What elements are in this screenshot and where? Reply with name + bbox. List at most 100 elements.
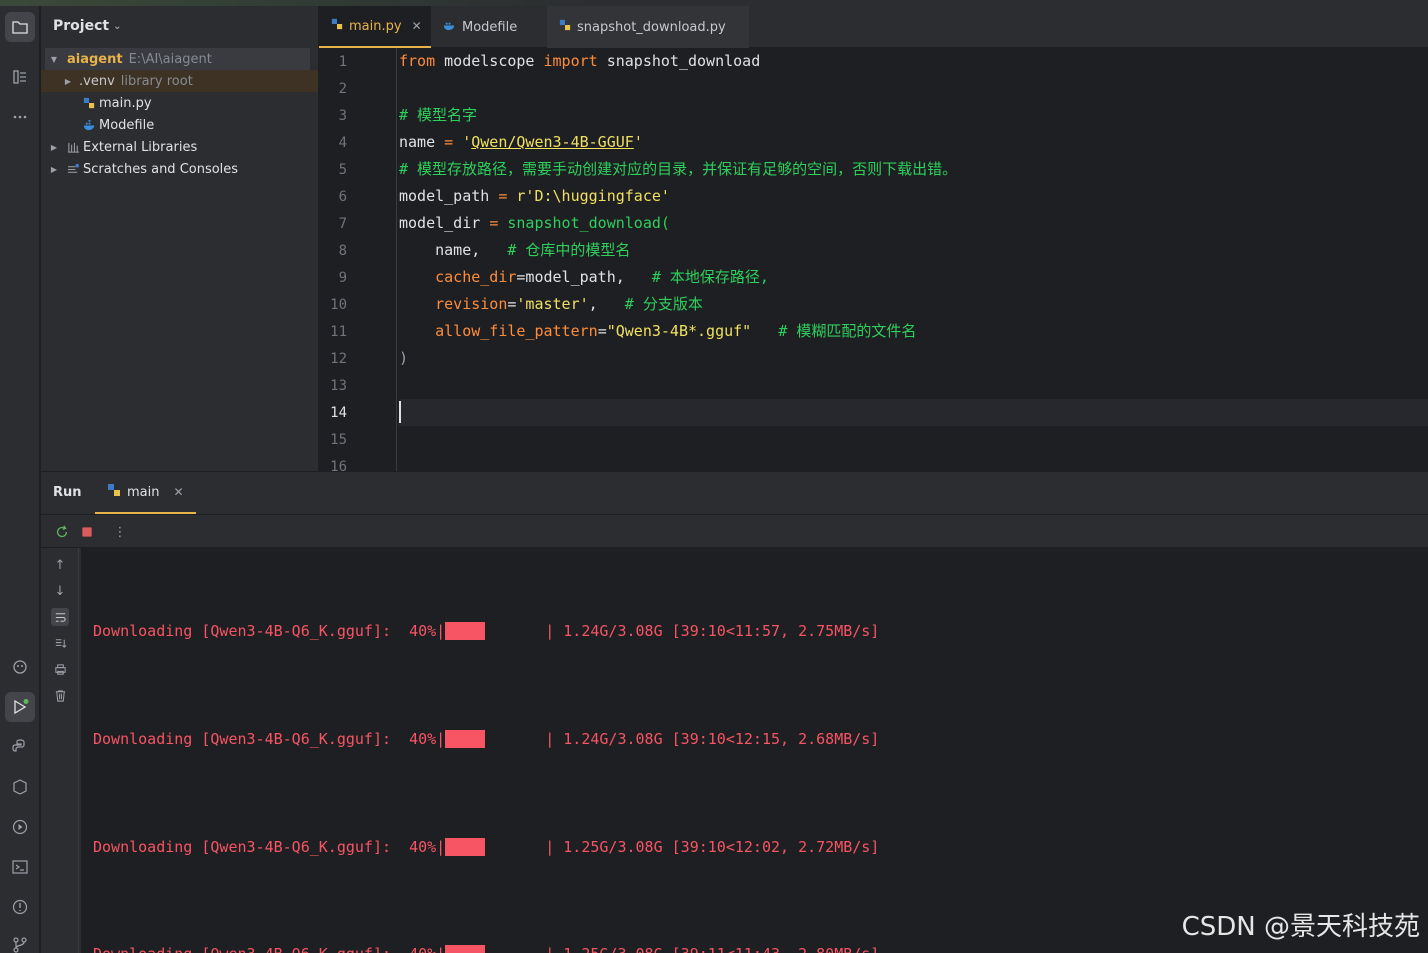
- tool-window-strip: [0, 6, 40, 953]
- tree-item-venv[interactable]: ▶ .venv library root: [41, 70, 318, 92]
- console-output[interactable]: Downloading [Qwen3-4B-Q6_K.gguf]: 40%| | …: [81, 548, 1428, 953]
- console-line-suffix: | 1.24G/3.08G [39:10<11:57, 2.75MB/s]: [545, 622, 880, 640]
- line-number: 4: [338, 135, 347, 151]
- python-file-icon: [559, 19, 571, 35]
- operator-token: =: [489, 214, 499, 232]
- param-token: allow_file_pattern: [399, 322, 598, 340]
- docker-file-icon: [81, 117, 97, 133]
- name-token: snapshot_download: [597, 52, 761, 70]
- param-token: revision: [399, 295, 508, 313]
- tree-item-scratches[interactable]: ▶ Scratches and Consoles: [41, 158, 318, 180]
- run-tab-bar: Run main ✕: [41, 472, 1428, 514]
- collapsed-arrow-icon[interactable]: ▶: [49, 143, 59, 152]
- collapsed-arrow-icon[interactable]: ▶: [63, 77, 73, 86]
- console-line-prefix: Downloading [Qwen3-4B-Q6_K.gguf]: 40%|: [93, 943, 445, 953]
- terminal-icon[interactable]: [5, 852, 35, 882]
- scroll-down-icon[interactable]: ↓: [51, 582, 69, 600]
- console-line: Downloading [Qwen3-4B-Q6_K.gguf]: 40%| | …: [93, 728, 879, 750]
- tree-item-aiagent[interactable]: ▼ aiagent E:\AI\aiagent: [45, 48, 310, 70]
- line-number: 8: [338, 243, 347, 259]
- project-folder-icon[interactable]: [5, 12, 35, 42]
- line-number: 7: [338, 216, 347, 232]
- tab-label: Modefile: [462, 19, 518, 35]
- tab-main-py[interactable]: main.py ✕: [319, 6, 431, 48]
- tab-label: main.py: [349, 18, 402, 34]
- structure-icon[interactable]: [5, 62, 35, 92]
- run-tab-main[interactable]: main ✕: [95, 472, 196, 514]
- console-line-suffix: | 1.25G/3.08G [39:10<12:02, 2.72MB/s]: [545, 838, 880, 856]
- string-token: 'master': [516, 295, 589, 313]
- code-area[interactable]: from modelscope import snapshot_download…: [399, 48, 1428, 471]
- current-line-highlight: [399, 399, 1428, 426]
- python-packages-icon[interactable]: [5, 772, 35, 802]
- console-line-suffix: | 1.24G/3.08G [39:10<12:15, 2.68MB/s]: [545, 730, 880, 748]
- tree-item-label: main.py: [99, 95, 152, 111]
- python-file-icon: [331, 18, 343, 34]
- line-number: 1: [338, 54, 347, 70]
- trash-icon[interactable]: [51, 686, 69, 704]
- console-line-prefix: Downloading [Qwen3-4B-Q6_K.gguf]: 40%|: [93, 622, 446, 640]
- line-number: 13: [330, 378, 347, 394]
- problems-icon[interactable]: [5, 892, 35, 922]
- module-token: modelscope: [435, 52, 544, 70]
- code-line-3: # 模型名字: [399, 106, 478, 124]
- operator-token: =: [444, 133, 454, 151]
- scroll-up-icon[interactable]: ↑: [51, 556, 69, 574]
- python-file-icon: [81, 95, 97, 111]
- scroll-to-end-icon[interactable]: [51, 634, 69, 652]
- more-options-icon[interactable]: ⋮: [111, 523, 129, 541]
- console-line-suffix: | 1.25G/3.08G [39:11<11:43, 2.80MB/s]: [545, 943, 879, 953]
- close-icon[interactable]: ✕: [412, 19, 422, 33]
- tab-label: snapshot_download.py: [577, 19, 726, 35]
- name-token: model_path: [399, 187, 499, 205]
- tree-item-modefile[interactable]: Modefile: [41, 114, 318, 136]
- comment-token: # 仓库中的模型名: [507, 241, 631, 259]
- name-token: name: [399, 133, 445, 151]
- console-line-prefix: Downloading [Qwen3-4B-Q6_K.gguf]: 40%|: [93, 838, 446, 856]
- code-line-12: ): [399, 349, 409, 367]
- run-tab-label: main: [127, 484, 160, 500]
- library-icon: [65, 139, 81, 155]
- text-caret: [399, 401, 401, 423]
- services-icon[interactable]: [5, 812, 35, 842]
- string-quote: ': [633, 133, 643, 151]
- git-icon[interactable]: [5, 930, 35, 953]
- tree-item-external-libraries[interactable]: ▶ External Libraries: [41, 136, 318, 158]
- expanded-arrow-icon[interactable]: ▼: [49, 55, 59, 64]
- close-icon[interactable]: ✕: [173, 485, 183, 499]
- stop-icon[interactable]: [78, 523, 96, 541]
- collapsed-arrow-icon[interactable]: ▶: [49, 165, 59, 174]
- keyword-token: from: [399, 52, 436, 70]
- docker-file-icon: [443, 19, 456, 36]
- tree-item-label: Modefile: [99, 117, 155, 133]
- rerun-icon[interactable]: [53, 523, 71, 541]
- run-tool-icon[interactable]: [5, 692, 35, 722]
- tree-item-main-py[interactable]: main.py: [41, 92, 318, 114]
- tree-item-label: aiagent: [67, 51, 123, 67]
- editor-tab-bar: main.py ✕ Modefile snapshot_download.py: [319, 6, 1428, 48]
- print-icon[interactable]: [51, 660, 69, 678]
- python-console-icon[interactable]: [5, 732, 35, 762]
- line-number: 9: [338, 270, 347, 286]
- string-token: Qwen/Qwen3-4B-GGUF: [471, 133, 634, 151]
- line-number: 3: [338, 108, 347, 124]
- soft-wrap-icon[interactable]: [51, 608, 69, 626]
- tab-modefile[interactable]: Modefile: [431, 6, 529, 48]
- name-token: name: [399, 241, 472, 259]
- line-number: 15: [330, 432, 347, 448]
- ai-assistant-icon[interactable]: [5, 652, 35, 682]
- line-number: 12: [330, 351, 347, 367]
- code-line-8: name, # 仓库中的模型名: [399, 237, 630, 264]
- python-file-icon: [107, 483, 121, 501]
- code-line-7: model_dir = snapshot_download(: [399, 210, 670, 237]
- tab-snapshot-download-py[interactable]: snapshot_download.py: [547, 6, 749, 48]
- tree-item-label: .venv: [79, 73, 115, 89]
- progress-bar: [445, 730, 486, 748]
- project-panel-header[interactable]: Project ⌄: [53, 18, 121, 34]
- line-number-current: 14: [330, 405, 347, 421]
- run-toolbar: ⋮: [41, 514, 1428, 548]
- console-line: Downloading [Qwen3-4B-Q6_K.gguf]: 40%| | …: [93, 943, 879, 953]
- chevron-down-icon: ⌄: [113, 20, 122, 32]
- more-tools-icon[interactable]: [5, 102, 35, 132]
